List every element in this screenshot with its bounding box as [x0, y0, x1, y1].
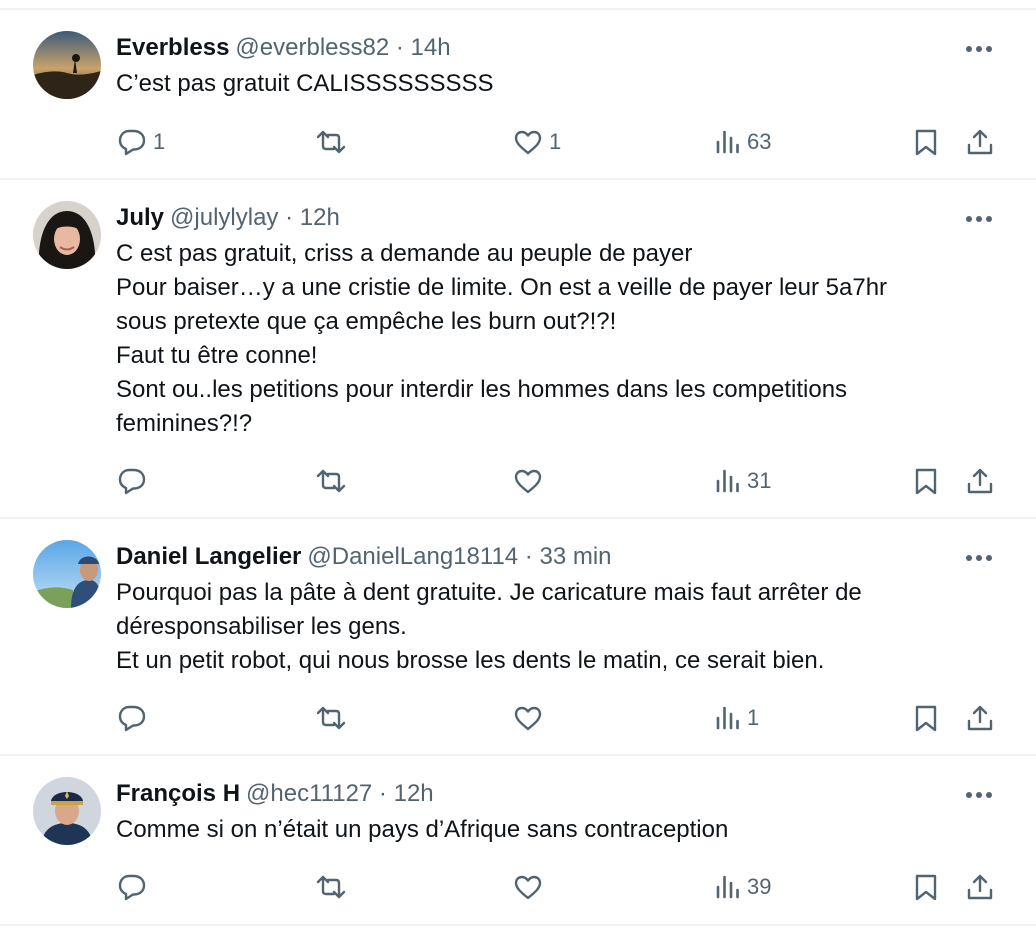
repost-button[interactable] — [314, 698, 354, 738]
like-count: 1 — [549, 129, 562, 154]
views-count: 39 — [747, 874, 772, 899]
author-name[interactable]: Daniel Langelier — [116, 543, 301, 570]
bookmark-icon — [914, 128, 938, 156]
share-button[interactable] — [966, 122, 994, 162]
divider — [0, 517, 1036, 519]
action-bar: 39 — [0, 867, 1036, 907]
tweet-header: François H @hec11127 · 12h — [116, 777, 434, 811]
avatar[interactable] — [33, 777, 101, 845]
avatar[interactable] — [33, 540, 101, 608]
bookmark-icon — [914, 873, 938, 901]
views-button[interactable]: 39 — [715, 867, 771, 907]
reply-icon — [117, 873, 147, 901]
bookmark-icon — [914, 704, 938, 732]
views-count: 1 — [747, 705, 760, 730]
reply-button[interactable] — [117, 867, 153, 907]
tweet-text: Pourquoi pas la pâte à dent gratuite. Je… — [116, 576, 996, 678]
views-chart-icon — [715, 873, 741, 901]
avatar[interactable] — [33, 201, 101, 269]
text-line: feminines?!? — [116, 410, 253, 437]
avatar[interactable] — [33, 31, 101, 99]
text-line: Pourquoi pas la pâte à dent gratuite. Je… — [116, 579, 862, 606]
share-icon — [966, 873, 994, 901]
reply-button[interactable] — [117, 698, 153, 738]
author-handle-time[interactable]: @hec11127 · 12h — [246, 780, 434, 807]
text-line: C est pas gratuit, criss a demande au pe… — [116, 240, 693, 267]
more-options-icon[interactable] — [962, 39, 996, 59]
text-line: déresponsabiliser les gens. — [116, 613, 407, 640]
action-bar: 1 1 63 — [0, 122, 1036, 162]
tweet-text: C est pas gratuit, criss a demande au pe… — [116, 237, 996, 441]
share-button[interactable] — [966, 867, 994, 907]
text-line: Sont ou..les petitions pour interdir les… — [116, 376, 848, 403]
text-line: Pour baiser…y a une cristie de limite. O… — [116, 274, 888, 301]
views-count: 31 — [747, 468, 772, 493]
more-options-icon[interactable] — [962, 785, 996, 805]
bookmark-icon — [914, 467, 938, 495]
reply-button[interactable]: 1 — [117, 122, 165, 162]
heart-icon — [513, 873, 543, 901]
tweet-header: Daniel Langelier @DanielLang18114 · 33 mi… — [116, 540, 612, 574]
tweet-text: C’est pas gratuit CALISSSSSSSSS — [116, 67, 996, 101]
like-button[interactable]: 1 — [513, 122, 561, 162]
author-name[interactable]: Everbless — [116, 34, 229, 61]
bookmark-button[interactable] — [914, 461, 938, 501]
views-chart-icon — [715, 128, 741, 156]
tweet-text: Comme si on n’était un pays d’Afrique sa… — [116, 813, 996, 847]
text-line: C’est pas gratuit CALISSSSSSSSS — [116, 70, 494, 97]
reply-icon — [117, 704, 147, 732]
reply-icon — [117, 128, 147, 156]
repost-button[interactable] — [314, 461, 354, 501]
author-handle-time[interactable]: @DanielLang18114 · 33 min — [307, 543, 611, 570]
bookmark-button[interactable] — [914, 698, 938, 738]
more-options-icon[interactable] — [962, 548, 996, 568]
bookmark-button[interactable] — [914, 122, 938, 162]
tweet-header: Everbless @everbless82 · 14h — [116, 31, 451, 65]
more-options-icon[interactable] — [962, 209, 996, 229]
repost-icon — [314, 873, 348, 901]
bookmark-button[interactable] — [914, 867, 938, 907]
reply-button[interactable] — [117, 461, 153, 501]
heart-icon — [513, 128, 543, 156]
views-chart-icon — [715, 704, 741, 732]
tweet-header: July @julylylay · 12h — [116, 201, 340, 235]
author-name[interactable]: François H — [116, 780, 240, 807]
reply-icon — [117, 467, 147, 495]
like-button[interactable] — [513, 698, 549, 738]
share-button[interactable] — [966, 461, 994, 501]
repost-icon — [314, 128, 348, 156]
heart-icon — [513, 704, 543, 732]
text-line: Faut tu être conne! — [116, 342, 318, 369]
text-line: Comme si on n’était un pays d’Afrique sa… — [116, 816, 729, 843]
divider — [0, 754, 1036, 756]
author-handle-time[interactable]: @julylylay · 12h — [170, 204, 340, 231]
share-button[interactable] — [966, 698, 994, 738]
repost-button[interactable] — [314, 122, 354, 162]
divider — [0, 8, 1036, 10]
repost-button[interactable] — [314, 867, 354, 907]
heart-icon — [513, 467, 543, 495]
views-chart-icon — [715, 467, 741, 495]
share-icon — [966, 704, 994, 732]
share-icon — [966, 467, 994, 495]
author-handle-time[interactable]: @everbless82 · 14h — [235, 34, 450, 61]
repost-icon — [314, 467, 348, 495]
divider — [0, 178, 1036, 180]
action-bar: 1 — [0, 698, 1036, 738]
divider — [0, 924, 1036, 926]
views-button[interactable]: 63 — [715, 122, 771, 162]
views-button[interactable]: 1 — [715, 698, 759, 738]
author-name[interactable]: July — [116, 204, 164, 231]
action-bar: 31 — [0, 461, 1036, 501]
reply-feed: Everbless @everbless82 · 14h C’est pas gr… — [0, 0, 1036, 930]
like-button[interactable] — [513, 867, 549, 907]
share-icon — [966, 128, 994, 156]
text-line: Et un petit robot, qui nous brosse les d… — [116, 647, 825, 674]
reply-count: 1 — [153, 129, 166, 154]
text-line: sous pretexte que ça empêche les burn ou… — [116, 308, 617, 335]
like-button[interactable] — [513, 461, 549, 501]
repost-icon — [314, 704, 348, 732]
views-button[interactable]: 31 — [715, 461, 771, 501]
views-count: 63 — [747, 129, 772, 154]
